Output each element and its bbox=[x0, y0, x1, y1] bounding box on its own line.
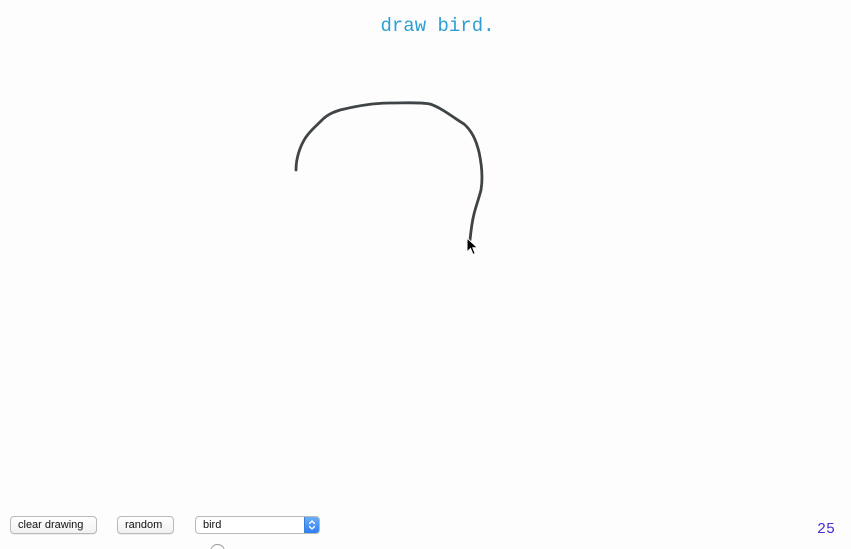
category-select[interactable]: bird bbox=[195, 516, 320, 534]
category-select-value: bird bbox=[203, 519, 222, 531]
random-button[interactable]: random bbox=[117, 516, 174, 534]
clear-drawing-button[interactable]: clear drawing bbox=[10, 516, 97, 534]
drawing-canvas[interactable] bbox=[0, 0, 851, 505]
toolbar: clear drawing random bird bbox=[0, 515, 851, 539]
radio-button[interactable] bbox=[210, 544, 225, 549]
arrow-cursor-icon bbox=[466, 237, 479, 256]
updown-chevron-icon bbox=[304, 517, 319, 533]
app-page: draw bird. clear drawing random bird 25 bbox=[0, 0, 851, 549]
stroke-counter: 25 bbox=[816, 521, 835, 538]
drawn-stroke bbox=[294, 101, 484, 242]
